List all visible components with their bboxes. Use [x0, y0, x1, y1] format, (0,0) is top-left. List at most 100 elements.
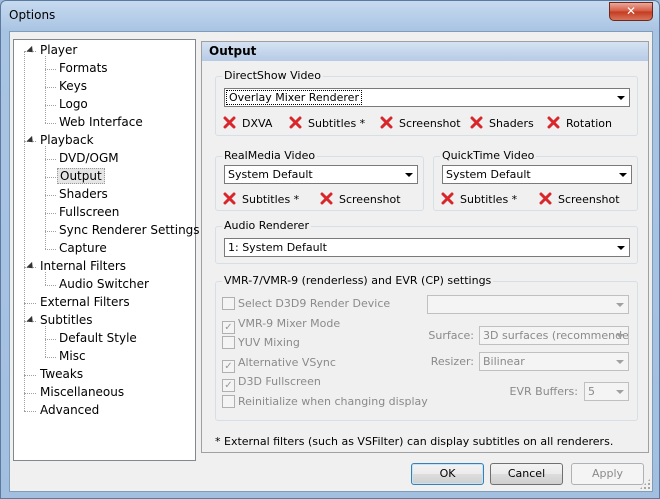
tree-item-logo[interactable]: Logo [57, 96, 90, 114]
tree-connector [45, 177, 56, 178]
realmedia-video-group: RealMedia Video System Default Subtitles… [215, 149, 424, 211]
tree-connector [24, 375, 36, 376]
checkbox-alternative-vsync[interactable]: ✓ Alternative VSync [222, 355, 336, 373]
tree-item-web-interface[interactable]: Web Interface [57, 114, 145, 132]
tree-item-subtitles[interactable]: Subtitles [38, 312, 95, 330]
group-title: QuickTime Video [440, 149, 537, 162]
x-mark-icon [441, 192, 454, 205]
tree-connector [45, 123, 56, 124]
tree-connector [45, 159, 56, 160]
tree-item-tweaks[interactable]: Tweaks [38, 366, 85, 384]
tree-item-audio-switcher[interactable]: Audio Switcher [57, 276, 151, 294]
group-title: DirectShow Video [222, 69, 323, 82]
resizer-select[interactable]: Bilinear [479, 352, 629, 371]
group-title: RealMedia Video [222, 149, 318, 162]
tree-connector [45, 339, 56, 340]
tree-branch-line [45, 146, 46, 249]
tree-item-fullscreen[interactable]: Fullscreen [57, 204, 121, 222]
tree-item-keys[interactable]: Keys [57, 78, 89, 96]
apply-button[interactable]: Apply [571, 463, 644, 485]
checkbox-box[interactable] [222, 336, 235, 349]
checkbox-select-d3d9-render-device[interactable]: Select D3D9 Render Device [222, 296, 390, 312]
chevron-down-icon [616, 360, 624, 364]
tree-connector [45, 105, 56, 106]
tree-connector [45, 249, 56, 250]
render-device-select[interactable] [427, 295, 629, 314]
evr-buffers-select[interactable]: 5 [584, 382, 629, 401]
x-mark-icon [223, 116, 236, 129]
checkbox-d3d-fullscreen[interactable]: ✓ D3D Fullscreen [222, 374, 321, 392]
capability-subtitles-: Subtitles * [441, 190, 517, 206]
chevron-down-icon [616, 303, 624, 307]
tree-item-default-style[interactable]: Default Style [57, 330, 139, 348]
realmedia-renderer-select[interactable]: System Default [224, 165, 418, 184]
tree-item-shaders[interactable]: Shaders [57, 186, 110, 204]
tree-item-external-filters[interactable]: External Filters [38, 294, 132, 312]
tree-item-sync-renderer-settings[interactable]: Sync Renderer Settings [57, 222, 202, 240]
checkbox-vmr-9-mixer-mode[interactable]: ✓ VMR-9 Mixer Mode [222, 316, 340, 334]
group-title: VMR-7/VMR-9 (renderless) and EVR (CP) se… [222, 274, 494, 287]
capability-dxva: DXVA [223, 114, 272, 130]
tree-item-advanced[interactable]: Advanced [38, 402, 101, 420]
capability-rotation: Rotation [547, 114, 612, 130]
tree-connector [24, 411, 36, 412]
dialog-client-area: Player Formats Keys Logo Web Interface Playba… [9, 31, 653, 492]
chevron-down-icon [619, 173, 627, 177]
quicktime-video-group: QuickTime Video System Default Subtitles… [433, 149, 638, 211]
tree-branch-line [45, 56, 46, 123]
tree-connector [24, 303, 36, 304]
audio-renderer-select[interactable]: 1: System Default [224, 238, 630, 257]
capability-subtitles-: Subtitles * [289, 114, 365, 130]
surface-select[interactable]: 3D surfaces (recommended) [479, 326, 629, 345]
checkbox-box[interactable]: ✓ [222, 379, 235, 392]
close-button[interactable]: ✕ [609, 2, 653, 21]
capability-shaders: Shaders [470, 114, 534, 130]
tree-item-capture[interactable]: Capture [57, 240, 109, 258]
tree-item-dvd-ogm[interactable]: DVD/OGM [57, 150, 121, 168]
vmr-settings-group: VMR-7/VMR-9 (renderless) and EVR (CP) se… [215, 274, 638, 421]
x-mark-icon [539, 192, 552, 205]
options-tree[interactable]: Player Formats Keys Logo Web Interface Playba… [13, 39, 200, 461]
checkbox-box[interactable] [222, 297, 235, 310]
expand-arrow-icon[interactable] [26, 45, 36, 56]
checkbox-box[interactable]: ✓ [222, 321, 235, 334]
tree-connector [45, 87, 56, 88]
title-bar[interactable]: Options ✕ [1, 1, 659, 31]
output-page: Output DirectShow Video Overlay Mixer Re… [201, 41, 649, 453]
checkbox-box[interactable]: ✓ [222, 360, 235, 373]
capability-screenshot: Screenshot [539, 190, 620, 206]
expand-arrow-icon[interactable] [26, 261, 36, 272]
tree-branch-line [45, 326, 46, 357]
page-title: Output [202, 42, 648, 61]
x-mark-icon [470, 116, 483, 129]
tree-connector [45, 231, 56, 232]
audio-renderer-group: Audio Renderer 1: System Default [215, 219, 638, 264]
tree-connector [45, 195, 56, 196]
evr-buffers-label: EVR Buffers: [509, 385, 578, 398]
tree-item-miscellaneous[interactable]: Miscellaneous [38, 384, 126, 402]
expand-arrow-icon[interactable] [26, 135, 36, 146]
tree-connector [45, 285, 56, 286]
directshow-renderer-select[interactable]: Overlay Mixer Renderer [224, 88, 630, 107]
cancel-button[interactable]: Cancel [490, 463, 563, 485]
chevron-down-icon [617, 246, 625, 250]
chevron-down-icon [616, 390, 624, 394]
group-title: Audio Renderer [222, 219, 311, 232]
tree-item-internal-filters[interactable]: Internal Filters [38, 258, 128, 276]
options-window: Options ✕ Player Formats Keys Logo Web Inter… [0, 0, 660, 499]
tree-connector [45, 69, 56, 70]
tree-item-misc[interactable]: Misc [57, 348, 88, 366]
close-icon: ✕ [625, 4, 637, 18]
quicktime-renderer-select[interactable]: System Default [442, 165, 632, 184]
resizer-label: Resizer: [430, 355, 474, 368]
checkbox-box[interactable] [222, 395, 235, 408]
tree-item-formats[interactable]: Formats [57, 60, 110, 78]
window-title: Options [9, 8, 56, 22]
checkbox-reinitialize-when-changing-display[interactable]: Reinitialize when changing display [222, 394, 428, 410]
tree-item-playback[interactable]: Playback [38, 132, 96, 150]
tree-connector [45, 357, 56, 358]
ok-button[interactable]: OK [411, 463, 484, 485]
expand-arrow-icon[interactable] [26, 315, 36, 326]
tree-item-output[interactable]: Output [57, 168, 105, 186]
checkbox-yuv-mixing[interactable]: YUV Mixing [222, 335, 300, 351]
